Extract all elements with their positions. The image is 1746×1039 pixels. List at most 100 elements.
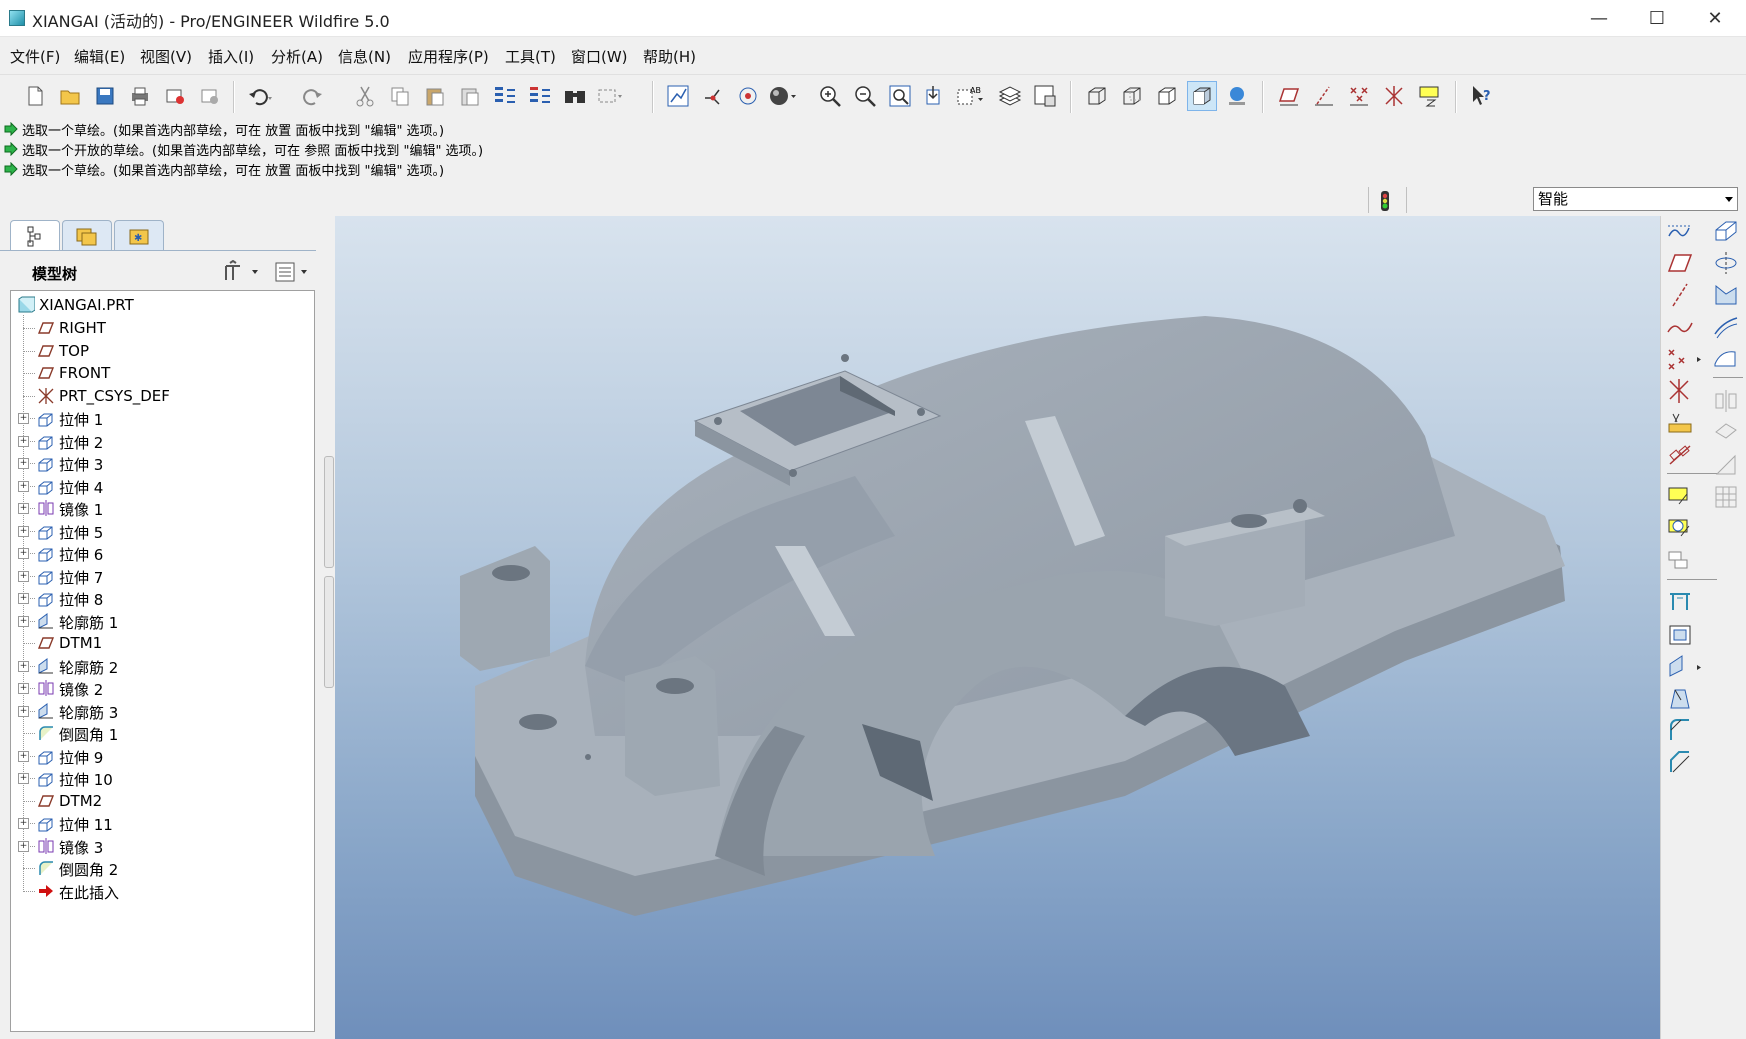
graphics-window[interactable] — [335, 216, 1660, 1039]
menu-view[interactable]: 视图(V) — [140, 46, 192, 67]
expand-toggle-icon[interactable]: + — [18, 705, 29, 717]
blend-tool-icon[interactable] — [1711, 312, 1741, 342]
tree-item[interactable]: + 拉伸 3 — [11, 452, 311, 474]
tree-item[interactable]: + 镜像 3 — [11, 835, 311, 857]
datum-axis-toggle-icon[interactable] — [1309, 81, 1339, 111]
orient-mode-icon[interactable] — [733, 81, 763, 111]
copy-icon[interactable] — [385, 81, 415, 111]
shell-tool-icon[interactable] — [1665, 620, 1695, 650]
draft-tool-icon[interactable] — [1665, 684, 1695, 714]
menu-edit[interactable]: 编辑(E) — [74, 46, 125, 67]
tree-settings-icon[interactable] — [222, 259, 262, 288]
show-menu-icon[interactable] — [274, 260, 314, 288]
tree-item[interactable]: + 拉伸 8 — [11, 587, 311, 609]
minimize-button[interactable]: — — [1570, 0, 1628, 36]
find-icon[interactable] — [560, 81, 590, 111]
tab-model-tree[interactable] — [10, 220, 60, 251]
tree-item[interactable]: TOP — [11, 340, 311, 362]
close-button[interactable]: ✕ — [1686, 0, 1744, 36]
sketch-tool-icon[interactable] — [1665, 216, 1695, 246]
menu-window[interactable]: 窗口(W) — [571, 46, 628, 67]
hidden-line-icon[interactable] — [1117, 81, 1147, 111]
expand-toggle-icon[interactable]: + — [18, 840, 29, 852]
pattern-tool-icon[interactable] — [1711, 482, 1741, 512]
tree-item[interactable]: + 拉伸 11 — [11, 812, 311, 834]
cut-icon[interactable] — [350, 81, 380, 111]
datum-point-toggle-icon[interactable] — [1344, 81, 1374, 111]
reference-link-icon[interactable] — [1665, 440, 1695, 470]
menu-tools[interactable]: 工具(T) — [505, 46, 556, 67]
send-link-icon[interactable] — [195, 81, 225, 111]
tree-item[interactable]: + 拉伸 4 — [11, 475, 311, 497]
regen-manager-icon[interactable] — [525, 81, 555, 111]
tree-item[interactable]: + 拉伸 9 — [11, 745, 311, 767]
tree-item[interactable]: + 镜像 1 — [11, 497, 311, 519]
menu-file[interactable]: 文件(F) — [10, 46, 60, 67]
expand-toggle-icon[interactable]: + — [18, 593, 29, 604]
copy-geometry-icon[interactable] — [1665, 482, 1695, 512]
tree-item[interactable]: RIGHT — [11, 317, 311, 339]
boundary-blend-icon[interactable] — [1711, 344, 1741, 374]
expand-toggle-icon[interactable]: + — [18, 615, 29, 627]
rib-tool-icon[interactable] — [1665, 652, 1701, 682]
menu-analysis[interactable]: 分析(A) — [271, 46, 323, 67]
open-folder-icon[interactable] — [55, 81, 85, 111]
menu-insert[interactable]: 插入(I) — [208, 46, 254, 67]
tree-item[interactable]: + 拉伸 2 — [11, 430, 311, 452]
csys-tool-icon[interactable] — [1665, 376, 1695, 406]
datum-plane-toggle-icon[interactable] — [1274, 81, 1304, 111]
paste-icon[interactable] — [420, 81, 450, 111]
view-manager-icon[interactable] — [1030, 81, 1060, 111]
round-tool-icon[interactable] — [1665, 716, 1695, 746]
expand-toggle-icon[interactable]: + — [18, 413, 29, 424]
trim-tool-icon[interactable] — [1711, 450, 1741, 480]
spin-center-icon[interactable] — [698, 81, 728, 111]
tab-favorites[interactable]: ✱ — [114, 220, 164, 251]
tree-item[interactable]: + 拉伸 5 — [11, 520, 311, 542]
expand-toggle-icon[interactable]: + — [18, 480, 29, 492]
layers-icon[interactable] — [995, 81, 1025, 111]
tree-item[interactable]: 倒圆角 1 — [11, 722, 311, 744]
tree-item[interactable]: + 拉伸 1 — [11, 407, 311, 429]
expand-toggle-icon[interactable]: + — [18, 660, 29, 672]
shrinkwrap-icon[interactable] — [1665, 514, 1695, 544]
tree-item[interactable]: FRONT — [11, 362, 311, 384]
expand-toggle-icon[interactable]: + — [18, 435, 29, 447]
save-icon[interactable] — [90, 81, 120, 111]
expand-toggle-icon[interactable]: + — [18, 548, 29, 559]
merge-tool-icon[interactable] — [1711, 418, 1741, 448]
expand-toggle-icon[interactable]: + — [18, 570, 29, 582]
traffic-light-icon[interactable] — [1378, 189, 1392, 217]
datum-axis-tool-icon[interactable] — [1665, 280, 1695, 310]
extrude-tool-icon[interactable] — [1711, 216, 1741, 246]
panel-collapse-handle[interactable] — [324, 456, 334, 568]
paste-special-icon[interactable] — [455, 81, 485, 111]
enhanced-realism-icon[interactable] — [1222, 81, 1252, 111]
refit-icon[interactable] — [885, 81, 915, 111]
tree-item[interactable]: + 拉伸 6 — [11, 542, 311, 564]
selection-filter-dropdown[interactable]: 智能 — [1533, 187, 1738, 211]
tree-item[interactable]: + 拉伸 7 — [11, 565, 311, 587]
menu-help[interactable]: 帮助(H) — [643, 46, 696, 67]
wireframe-icon[interactable] — [1082, 81, 1112, 111]
panel-resize-handle[interactable] — [324, 576, 334, 688]
datum-plane-tool-icon[interactable] — [1665, 248, 1695, 278]
reorient-icon[interactable] — [920, 81, 950, 111]
tree-item[interactable]: + 轮廓筋 3 — [11, 700, 311, 722]
revolve-tool-icon[interactable] — [1711, 248, 1741, 278]
tree-item[interactable]: + 轮廓筋 1 — [11, 610, 311, 632]
analysis-feature-icon[interactable] — [1665, 408, 1695, 438]
datum-curve-tool-icon[interactable] — [1665, 312, 1695, 342]
tree-item[interactable]: + 轮廓筋 2 — [11, 655, 311, 677]
tree-item[interactable]: DTM2 — [11, 790, 311, 812]
sweep-tool-icon[interactable] — [1711, 280, 1741, 310]
mirror-tool-icon[interactable] — [1711, 386, 1741, 416]
chamfer-tool-icon[interactable] — [1665, 748, 1695, 778]
tree-item[interactable]: DTM1 — [11, 632, 311, 654]
tree-item[interactable]: 在此插入 — [11, 880, 311, 902]
hole-tool-icon[interactable] — [1665, 588, 1695, 618]
saved-views-icon[interactable]: AB — [955, 81, 985, 111]
user-defined-feature-icon[interactable] — [1665, 546, 1695, 576]
shading-icon[interactable] — [1187, 81, 1217, 111]
tree-item[interactable]: + 镜像 2 — [11, 677, 311, 699]
